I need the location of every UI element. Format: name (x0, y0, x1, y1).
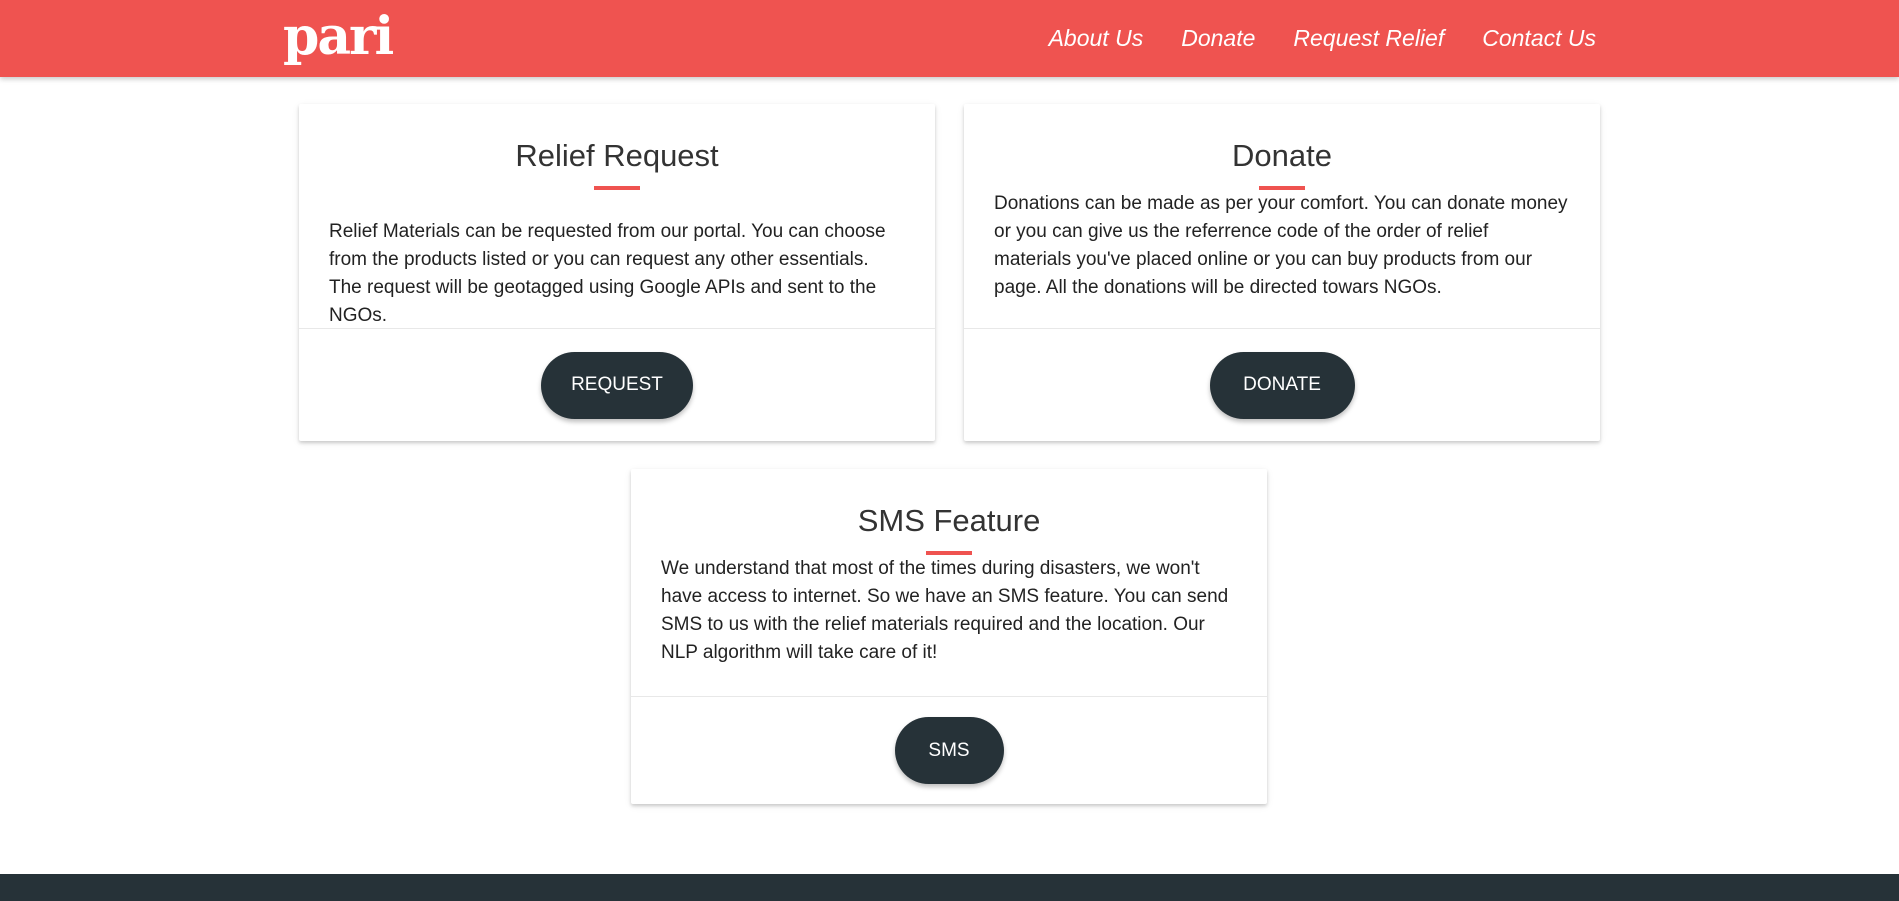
nav-links: About Us Donate Request Relief Contact U… (1049, 0, 1596, 77)
nav-contact-us-link[interactable]: Contact Us (1482, 25, 1596, 52)
donate-title: Donate (1232, 138, 1332, 173)
donate-card-action: DONATE (964, 328, 1600, 441)
top-navbar: pari About Us Donate Request Relief Cont… (0, 0, 1899, 77)
sms-feature-card: SMS Feature We understand that most of t… (631, 469, 1267, 804)
nav-request-relief-link[interactable]: Request Relief (1293, 25, 1444, 52)
relief-request-card-action: REQUEST (299, 328, 935, 441)
page-footer (0, 874, 1899, 901)
relief-request-description: Relief Materials can be requested from o… (329, 221, 886, 326)
donate-description: Donations can be made as per your comfor… (994, 193, 1568, 298)
donate-button[interactable]: DONATE (1209, 351, 1355, 419)
sms-button[interactable]: SMS (894, 717, 1004, 784)
request-button[interactable]: REQUEST (541, 351, 693, 419)
title-underline (594, 186, 640, 190)
brand-logo[interactable]: pari (283, 6, 394, 69)
sms-card-action: SMS (631, 696, 1267, 804)
sms-feature-title: SMS Feature (857, 503, 1041, 538)
donate-card: Donate Donations can be made as per your… (964, 104, 1600, 441)
relief-request-card: Relief Request Relief Materials can be r… (299, 104, 935, 441)
sms-feature-description: We understand that most of the times dur… (661, 558, 1229, 663)
relief-request-title: Relief Request (515, 138, 719, 173)
nav-about-us-link[interactable]: About Us (1049, 25, 1144, 52)
nav-donate-link[interactable]: Donate (1181, 25, 1255, 52)
logo-text: pari (283, 6, 394, 67)
